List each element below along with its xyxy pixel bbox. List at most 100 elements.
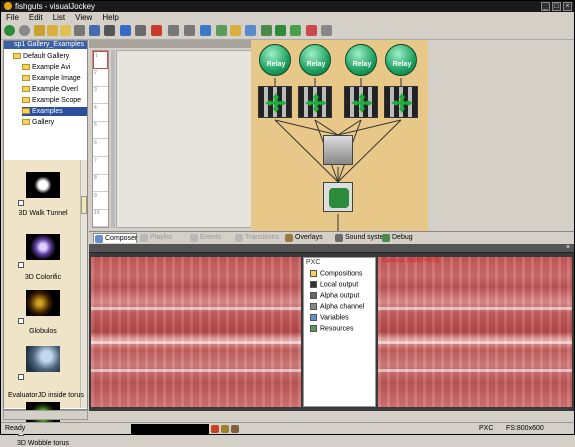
tab-overlays[interactable]: Overlays	[284, 233, 332, 243]
tree-header[interactable]: sp1 Gallery_Examples	[4, 41, 87, 49]
gallery-thumbnail	[26, 172, 60, 198]
tab-events[interactable]: Events	[189, 233, 231, 243]
tree-item[interactable]: Example Scope	[22, 96, 87, 105]
gallery-item[interactable]: 3D Walk Tunnel	[8, 172, 78, 217]
gallery-item-label: 3D Colorific	[24, 274, 62, 281]
menu-list[interactable]: List	[48, 12, 70, 23]
mover-node[interactable]	[298, 86, 332, 118]
pxc-item[interactable]: Resources	[310, 325, 353, 332]
gallery-scrollbar[interactable]	[80, 160, 87, 408]
close-button[interactable]: ×	[563, 2, 572, 11]
tab-transitions[interactable]: Transitions	[234, 233, 282, 243]
open-icon[interactable]	[47, 25, 59, 36]
record-icon[interactable]	[290, 25, 302, 36]
back-icon[interactable]	[4, 25, 16, 36]
relay-node[interactable]: Relay	[299, 44, 331, 76]
gallery-checkbox[interactable]	[18, 374, 24, 380]
timeline-grid[interactable]	[116, 50, 263, 228]
tree-item[interactable]: Example Image	[22, 74, 87, 83]
timeline-row[interactable]: 6	[93, 139, 108, 157]
relay-label: Relay	[266, 61, 286, 68]
composer-canvas[interactable]: Relay Relay Relay Relay	[251, 40, 428, 231]
timeline-row[interactable]: 5	[93, 121, 108, 140]
gallery-checkbox[interactable]	[18, 318, 24, 324]
up-icon[interactable]	[168, 25, 180, 36]
pxc-item-icon	[310, 270, 317, 277]
delete-icon[interactable]	[150, 25, 162, 36]
gallery-item[interactable]: Globulos	[8, 290, 78, 335]
tab-icon	[190, 234, 198, 242]
gallery-item[interactable]: 3D Colorific	[8, 234, 78, 281]
paste-icon[interactable]	[135, 25, 147, 36]
gallery-item[interactable]: EvaluatorJD inside torus	[8, 346, 84, 399]
save2-icon[interactable]	[73, 25, 85, 36]
tree-item[interactable]: Example Avi	[22, 63, 87, 72]
mover-node[interactable]	[384, 86, 418, 118]
minimize-button[interactable]: _	[541, 2, 550, 11]
gallery-icon[interactable]	[200, 25, 212, 36]
undo-icon[interactable]	[89, 25, 100, 36]
viz-band	[91, 369, 301, 372]
gallery-tree: Default Gallery Example Avi Example Image E…	[4, 50, 87, 158]
folder-icon[interactable]	[60, 25, 72, 36]
timeline-scrollbar[interactable]	[111, 50, 115, 228]
tab-debug[interactable]: Debug	[381, 233, 417, 243]
mixer-node[interactable]	[323, 182, 353, 212]
viz-band	[91, 307, 301, 310]
menu-view[interactable]: View	[70, 12, 97, 23]
link-icon[interactable]	[245, 25, 257, 36]
add-node-icon[interactable]	[274, 25, 286, 36]
left-panel-tabs[interactable]	[3, 410, 88, 420]
relay-node[interactable]: Relay	[259, 44, 291, 76]
cut-icon[interactable]	[104, 25, 116, 36]
timeline-row[interactable]: 4	[93, 104, 108, 122]
pxc-item[interactable]: Local output	[310, 281, 358, 288]
tab-icon	[95, 235, 103, 243]
save-icon[interactable]	[34, 25, 45, 36]
tab-icon	[140, 234, 148, 242]
tree-item[interactable]: Gallery	[22, 118, 87, 127]
menu-edit[interactable]: Edit	[24, 12, 48, 23]
node-icon[interactable]	[260, 25, 272, 36]
mover-node[interactable]	[258, 86, 292, 118]
image-node[interactable]	[323, 135, 353, 165]
refresh-icon[interactable]	[215, 25, 227, 36]
mover-node[interactable]	[344, 86, 378, 118]
timeline-row[interactable]: 7	[93, 157, 108, 175]
tab-composer[interactable]: Composer	[93, 233, 137, 243]
down-icon[interactable]	[183, 25, 195, 36]
relay-node[interactable]: Relay	[345, 44, 377, 76]
timeline-row[interactable]: 2	[93, 69, 108, 87]
relay-node[interactable]: Relay	[385, 44, 417, 76]
tab-sound-system[interactable]: Sound system	[334, 233, 389, 243]
status-fs: FS:800x600	[506, 425, 544, 432]
left-panel: sp1 Gallery_Examples Default Gallery Exam…	[3, 40, 88, 447]
timeline-row[interactable]: 10	[93, 209, 108, 228]
pxc-item-icon	[310, 292, 317, 299]
forward-icon[interactable]	[18, 25, 30, 36]
tree-item[interactable]: Examples	[22, 107, 87, 116]
menu-file[interactable]: File	[1, 12, 24, 23]
output-icon[interactable]	[305, 25, 317, 36]
output-close-icon[interactable]: ×	[564, 244, 572, 252]
tab-playlist[interactable]: Playlist	[139, 233, 187, 243]
pxc-item[interactable]: Compositions	[310, 270, 362, 277]
menu-help[interactable]: Help	[97, 12, 123, 23]
pxc-item[interactable]: Variables	[310, 314, 349, 321]
gallery-checkbox[interactable]	[18, 200, 24, 206]
pxc-item[interactable]: Alpha channel	[310, 303, 364, 310]
timeline-row[interactable]: 3	[93, 86, 108, 105]
tree-item[interactable]: Default Gallery	[13, 52, 87, 61]
gallery-checkbox[interactable]	[18, 262, 24, 268]
light-icon[interactable]	[229, 25, 241, 36]
timeline-row[interactable]: 1	[93, 51, 108, 69]
timeline-row[interactable]: 8	[93, 174, 108, 193]
zoom-icon[interactable]	[321, 25, 333, 36]
maximize-button[interactable]: □	[552, 2, 561, 11]
pxc-item[interactable]: Alpha output	[310, 292, 359, 299]
scroll-thumb[interactable]	[81, 196, 87, 214]
tree-item[interactable]: Example Overl	[22, 85, 87, 94]
timeline-row[interactable]: 9	[93, 192, 108, 210]
tab-icon	[235, 234, 243, 242]
copy-icon[interactable]	[119, 25, 131, 36]
